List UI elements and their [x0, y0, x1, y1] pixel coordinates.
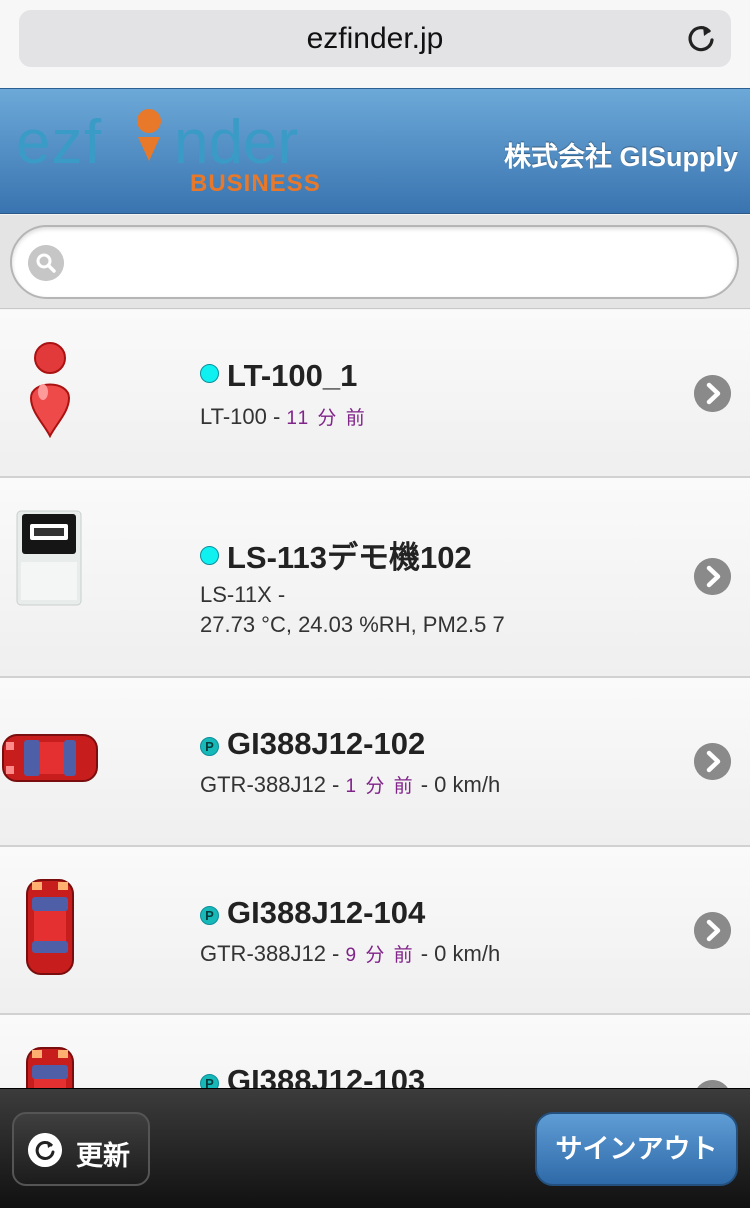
parking-status-icon: P [200, 906, 219, 925]
device-name: LT-100_1 [200, 358, 357, 394]
company-name: 株式会社 GISupply [503, 142, 738, 172]
refresh-icon [28, 1133, 62, 1167]
svg-text:ez: ez [16, 108, 83, 177]
url-bar[interactable]: ezfinder.jp [19, 10, 731, 67]
map-pin-icon [29, 342, 71, 438]
sensor-readings: 27.73 °C, 24.03 %RH, PM2.5 7 [200, 612, 505, 637]
car-icon [2, 734, 98, 782]
car-icon [26, 1047, 74, 1088]
parking-status-icon: P [200, 737, 219, 756]
footer-toolbar: 更新 サインアウト [0, 1088, 750, 1208]
list-item[interactable]: P GI388J12-102 GTR-388J12 - 1 分 前 - 0 km/… [0, 678, 750, 847]
list-item[interactable]: P GI388J12-104 GTR-388J12 - 9 分 前 - 0 km/… [0, 847, 750, 1015]
chevron-right-icon[interactable] [694, 375, 731, 412]
search-icon [28, 245, 64, 281]
chevron-right-icon[interactable] [694, 912, 731, 949]
refresh-button[interactable]: 更新 [12, 1112, 150, 1186]
online-status-icon [200, 546, 219, 565]
browser-url-bar-area: ezfinder.jp [0, 0, 750, 88]
list-item[interactable]: LS-113デモ機102 LS-11X - 27.73 °C, 24.03 %R… [0, 478, 750, 678]
chevron-right-icon[interactable] [694, 558, 731, 595]
url-text[interactable]: ezfinder.jp [19, 10, 731, 67]
chevron-right-icon[interactable] [694, 1080, 731, 1088]
car-icon [26, 879, 74, 975]
app-header: ez f nder BUSINESS 株式会社 GISupply [0, 88, 750, 214]
parking-status-icon: P [200, 1074, 219, 1088]
device-detail: LT-100 - 11 分 前 [200, 404, 367, 429]
chevron-right-icon[interactable] [694, 743, 731, 780]
device-list: LT-100_1 LT-100 - 11 分 前 LS-113デモ機102 LS… [0, 310, 750, 1088]
list-item[interactable]: P GI388J12-103 [0, 1015, 750, 1088]
reload-icon[interactable] [685, 22, 717, 54]
search-bar [0, 215, 750, 309]
svg-text:f: f [84, 108, 102, 177]
device-detail: GTR-388J12 - 9 分 前 - 0 km/h [200, 941, 501, 966]
svg-text:nder: nder [174, 108, 298, 177]
online-status-icon [200, 364, 219, 383]
sensor-device-icon [16, 510, 82, 606]
device-detail: LS-11X - [200, 582, 286, 607]
search-input[interactable] [74, 235, 724, 289]
refresh-label: 更新 [76, 1141, 130, 1171]
svg-text:BUSINESS: BUSINESS [190, 170, 321, 197]
search-field[interactable] [10, 225, 739, 299]
signout-button[interactable]: サインアウト [535, 1112, 738, 1186]
list-item[interactable]: LT-100_1 LT-100 - 11 分 前 [0, 310, 750, 478]
device-name: P GI388J12-103 [200, 1063, 425, 1088]
ezfinder-logo: ez f nder BUSINESS [16, 108, 321, 197]
device-name: LS-113デモ機102 [200, 532, 472, 577]
device-detail: GTR-388J12 - 1 分 前 - 0 km/h [200, 772, 501, 797]
device-name: P GI388J12-102 [200, 726, 425, 762]
device-name: P GI388J12-104 [200, 895, 425, 931]
